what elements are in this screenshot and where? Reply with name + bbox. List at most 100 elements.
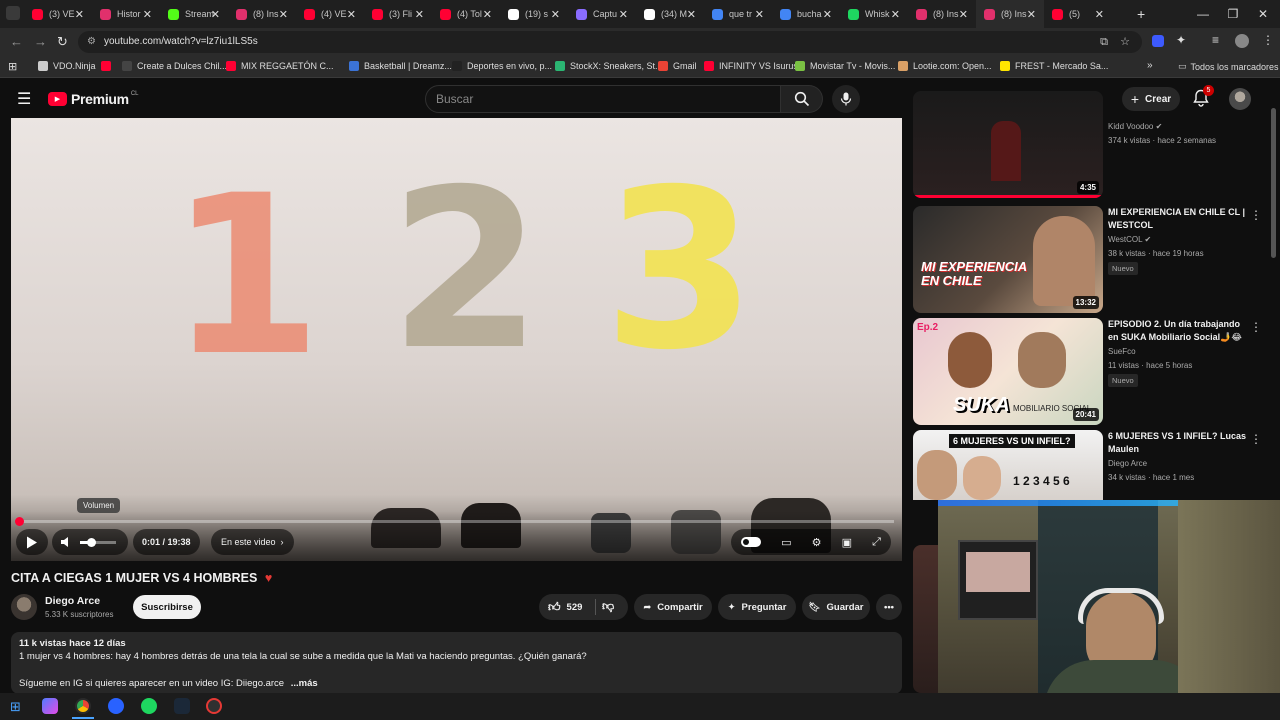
channel-avatar[interactable] — [11, 594, 37, 620]
all-bookmarks-folder[interactable]: ▭ Todos los marcadores — [1178, 61, 1279, 72]
browser-tab[interactable]: (4) Tol ✕ — [432, 0, 500, 28]
bookmark-item[interactable]: FREST - Mercado Sa... — [1000, 61, 1108, 71]
related-channel[interactable]: Diego Arce — [1108, 459, 1147, 468]
profile-avatar[interactable] — [1235, 34, 1249, 48]
ask-button[interactable]: ✦ Preguntar — [718, 594, 796, 620]
video-thumbnail[interactable]: MI EXPERIENCIA EN CHILE 13:32 — [913, 206, 1103, 313]
browser-tab[interactable]: Captu ✕ — [568, 0, 636, 28]
save-button[interactable]: 🔖︎ Guardar — [802, 594, 870, 620]
close-tab-icon[interactable]: ✕ — [279, 8, 288, 21]
related-video-2[interactable]: MI EXPERIENCIA EN CHILE 13:32 MI EXPERIE… — [913, 206, 1273, 313]
volume-control[interactable] — [52, 529, 128, 555]
bookmark-item[interactable]: VDO.Ninja — [38, 61, 96, 71]
close-tab-icon[interactable]: ✕ — [75, 8, 84, 21]
bookmark-item[interactable]: Basketball | Dreamz... — [349, 61, 452, 71]
close-tab-icon[interactable]: ✕ — [891, 8, 900, 21]
search-button[interactable] — [781, 85, 823, 113]
apps-grid-icon[interactable]: ⊞ — [8, 60, 17, 73]
browser-tab[interactable]: bucha ✕ — [772, 0, 840, 28]
progress-bar[interactable] — [15, 517, 894, 526]
site-info-icon[interactable]: ⚙ — [87, 31, 96, 53]
extension-icon[interactable] — [1152, 35, 1164, 47]
reload-icon[interactable]: ↻ — [57, 34, 68, 50]
video-thumbnail[interactable]: Ep.2 SUKA MOBILIARIO SOCIAL 20:41 — [913, 318, 1103, 425]
volume-handle[interactable] — [87, 537, 96, 547]
restore-button[interactable]: ❐ — [1218, 0, 1248, 28]
browser-tab[interactable]: (5) ✕ — [1044, 0, 1112, 28]
guide-menu-icon[interactable]: ☰ — [17, 89, 31, 109]
related-thumbnail-partial[interactable] — [913, 545, 939, 693]
browser-tab[interactable]: (19) s ✕ — [500, 0, 568, 28]
close-tab-icon[interactable]: ✕ — [959, 8, 968, 21]
install-app-icon[interactable]: ⧉ — [1100, 31, 1108, 53]
play-button[interactable] — [16, 529, 48, 555]
obs-icon[interactable] — [206, 698, 222, 714]
create-button[interactable]: + Crear — [1122, 87, 1180, 111]
new-tab-button[interactable]: + — [1137, 6, 1145, 22]
browser-tab[interactable]: Stream ✕ — [160, 0, 228, 28]
close-tab-icon[interactable]: ✕ — [755, 8, 764, 21]
autoplay-toggle[interactable] — [741, 537, 762, 547]
browser-tab[interactable]: que tr ✕ — [704, 0, 772, 28]
video-thumbnail[interactable]: 6 MUJERES VS UN INFIEL? 1 2 3 4 5 6 — [913, 430, 1103, 500]
bookmark-item[interactable]: MIX REGGAETÓN C... — [226, 61, 334, 71]
related-video-3[interactable]: Ep.2 SUKA MOBILIARIO SOCIAL 20:41 EPISOD… — [913, 318, 1273, 425]
related-title[interactable]: EPISODIO 2. Un día trabajando en SUKA Mo… — [1108, 318, 1248, 344]
close-tab-icon[interactable]: ✕ — [551, 8, 560, 21]
progress-scrubber[interactable] — [15, 517, 24, 526]
browser-tab[interactable]: (3) VE ✕ — [24, 0, 92, 28]
chrome-profile-icon[interactable] — [108, 698, 124, 714]
browser-tab[interactable]: (8) Ins ✕ — [908, 0, 976, 28]
related-title[interactable]: 6 MUJERES VS 1 INFIEL? Lucas Maulen — [1108, 430, 1248, 456]
close-tab-icon[interactable]: ✕ — [347, 8, 356, 21]
account-avatar[interactable] — [1229, 88, 1251, 110]
tab-search-icon[interactable] — [6, 6, 20, 20]
youtube-logo[interactable]: ▶ Premium CL — [48, 91, 138, 107]
volume-slider[interactable] — [80, 537, 116, 547]
bookmark-item[interactable]: INFINITY VS Isurus — [704, 61, 798, 71]
thumbs-down-icon[interactable]: 👎︎ — [602, 599, 614, 614]
close-tab-icon[interactable]: ✕ — [823, 8, 832, 21]
related-channel[interactable]: WestCOL ✔ — [1108, 235, 1151, 244]
like-button[interactable]: 👍︎ 529 — [548, 600, 582, 615]
bookmark-item[interactable]: Deportes en vivo, p... — [452, 61, 552, 71]
close-tab-icon[interactable]: ✕ — [415, 8, 424, 21]
bookmark-star-icon[interactable]: ☆ — [1120, 31, 1130, 53]
subtitles-icon[interactable]: ▭ — [781, 536, 791, 549]
chrome-taskbar-icon[interactable] — [75, 698, 91, 714]
bookmark-item[interactable]: StockX: Sneakers, St... — [555, 61, 663, 71]
windows-start-icon[interactable]: ⊞ — [10, 699, 21, 715]
more-actions-button[interactable]: ••• — [876, 594, 902, 620]
spotify-icon[interactable] — [141, 698, 157, 714]
close-window-button[interactable]: ✕ — [1248, 0, 1278, 28]
browser-tab[interactable]: (34) M ✕ — [636, 0, 704, 28]
theater-mode-icon[interactable]: ▣ — [842, 536, 852, 549]
more-bookmarks-icon[interactable]: » — [1147, 60, 1153, 71]
bookmark-item[interactable]: Gmail — [658, 61, 697, 71]
close-tab-icon[interactable]: ✕ — [211, 8, 220, 21]
voice-search-button[interactable] — [832, 85, 860, 113]
steam-icon[interactable] — [174, 698, 190, 714]
related-video-4[interactable]: 6 MUJERES VS UN INFIEL? 1 2 3 4 5 6 6 MU… — [913, 430, 1273, 500]
more-vert-icon[interactable]: ⋮ — [1250, 208, 1262, 222]
subscribe-button[interactable]: Suscribirse — [133, 595, 201, 619]
minimize-button[interactable]: — — [1188, 0, 1218, 28]
browser-tab[interactable]: (4) VE ✕ — [296, 0, 364, 28]
extensions-puzzle-icon[interactable]: ✦ — [1176, 33, 1186, 47]
close-tab-icon[interactable]: ✕ — [143, 8, 152, 21]
close-tab-icon[interactable]: ✕ — [483, 8, 492, 21]
browser-tab[interactable]: Histor ✕ — [92, 0, 160, 28]
close-tab-icon[interactable]: ✕ — [687, 8, 696, 21]
page-scrollbar[interactable] — [1271, 108, 1276, 258]
show-more-link[interactable]: ...más — [291, 678, 318, 689]
close-tab-icon[interactable]: ✕ — [619, 8, 628, 21]
notifications-button[interactable]: 5 — [1193, 85, 1214, 112]
browser-tab[interactable]: (3) Fli ✕ — [364, 0, 432, 28]
chapter-button[interactable]: En este video › — [211, 529, 294, 555]
forward-icon[interactable]: → — [34, 34, 47, 49]
fullscreen-icon[interactable]: ⤢ — [872, 536, 881, 549]
related-title[interactable]: MI EXPERIENCIA EN CHILE CL | WESTCOL — [1108, 206, 1248, 232]
settings-icon[interactable]: ⚙ — [812, 536, 822, 549]
related-channel[interactable]: SueFco — [1108, 347, 1136, 356]
bookmark-item[interactable]: Movistar Tv - Movis... — [795, 61, 895, 71]
